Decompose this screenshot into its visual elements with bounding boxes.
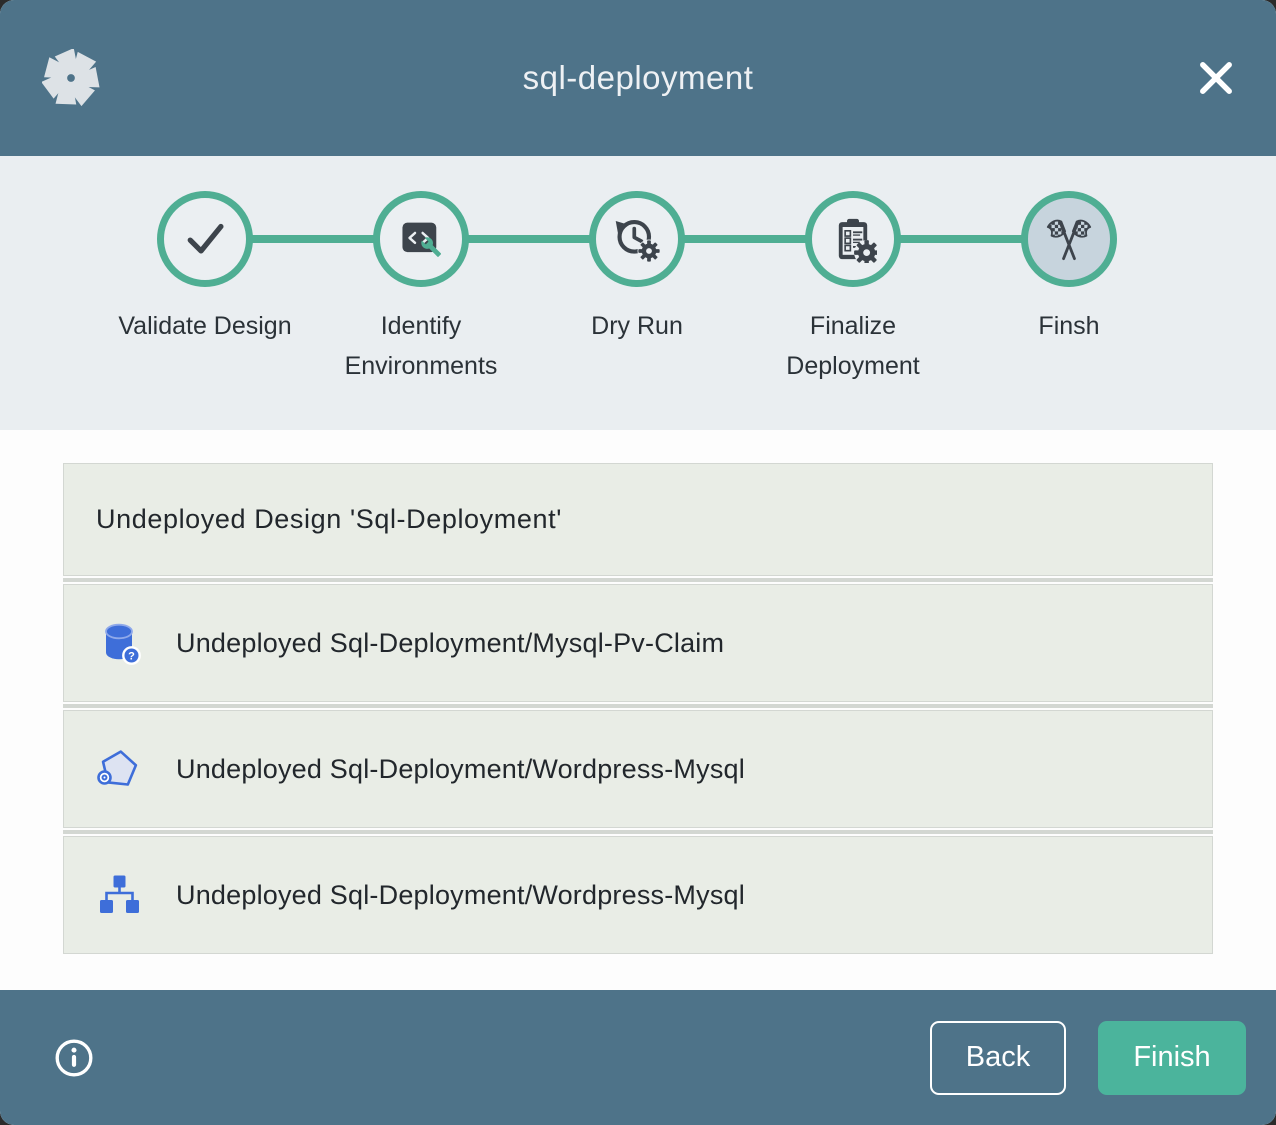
step-label: Dry Run (591, 306, 683, 346)
clipboard-gear-icon (829, 215, 877, 263)
dialog-title: sql-deployment (0, 59, 1276, 97)
info-icon (53, 1037, 95, 1079)
dry-run-icon (613, 215, 661, 263)
stepper-section: Validate Design Identify Environments (0, 156, 1276, 430)
step-label: Finsh (1038, 306, 1099, 346)
step-circle (1021, 191, 1117, 287)
step-label: Finalize Deployment (753, 306, 953, 386)
status-list: Undeployed Design 'Sql-Deployment' ? Und… (63, 463, 1213, 954)
deployment-status-panel: Undeployed Design 'Sql-Deployment' ? Und… (0, 430, 1276, 990)
status-row-design: Undeployed Design 'Sql-Deployment' (63, 463, 1213, 576)
sitemap-icon (96, 872, 142, 918)
step-validate-design[interactable]: Validate Design (97, 191, 313, 386)
deployment-wizard-dialog: sql-deployment Validate Design (0, 0, 1276, 1125)
close-button[interactable] (1190, 52, 1242, 104)
check-icon (180, 214, 230, 264)
step-circle (805, 191, 901, 287)
close-icon (1194, 56, 1238, 100)
footer-bar: Back Finish (0, 990, 1276, 1125)
step-identify-environments[interactable]: Identify Environments (313, 191, 529, 386)
row-divider (63, 704, 1213, 708)
status-row-sitemap: Undeployed Sql-Deployment/Wordpress-Mysq… (63, 836, 1213, 954)
step-label: Validate Design (118, 306, 291, 346)
status-row-pv-claim: ? Undeployed Sql-Deployment/Mysql-Pv-Cla… (63, 584, 1213, 702)
status-text: Undeployed Sql-Deployment/Wordpress-Mysq… (176, 754, 745, 785)
info-button[interactable] (52, 1036, 96, 1080)
pod-icon (96, 746, 142, 792)
finish-button[interactable]: Finish (1098, 1021, 1246, 1095)
status-text: Undeployed Design 'Sql-Deployment' (96, 504, 562, 535)
step-finalize-deployment[interactable]: Finalize Deployment (745, 191, 961, 386)
code-wrench-icon (397, 215, 445, 263)
status-text: Undeployed Sql-Deployment/Wordpress-Mysq… (176, 880, 745, 911)
database-icon: ? (96, 620, 142, 666)
svg-text:?: ? (128, 650, 135, 662)
checkered-flags-icon (1045, 215, 1093, 263)
header-bar: sql-deployment (0, 0, 1276, 156)
step-circle (589, 191, 685, 287)
step-label: Identify Environments (321, 306, 521, 386)
row-divider (63, 578, 1213, 582)
back-button[interactable]: Back (930, 1021, 1066, 1095)
status-row-pod: Undeployed Sql-Deployment/Wordpress-Mysq… (63, 710, 1213, 828)
step-finish[interactable]: Finsh (961, 191, 1177, 386)
stepper: Validate Design Identify Environments (97, 156, 1177, 386)
step-circle (157, 191, 253, 287)
status-text: Undeployed Sql-Deployment/Mysql-Pv-Claim (176, 628, 724, 659)
step-circle (373, 191, 469, 287)
row-divider (63, 830, 1213, 834)
step-dry-run[interactable]: Dry Run (529, 191, 745, 386)
